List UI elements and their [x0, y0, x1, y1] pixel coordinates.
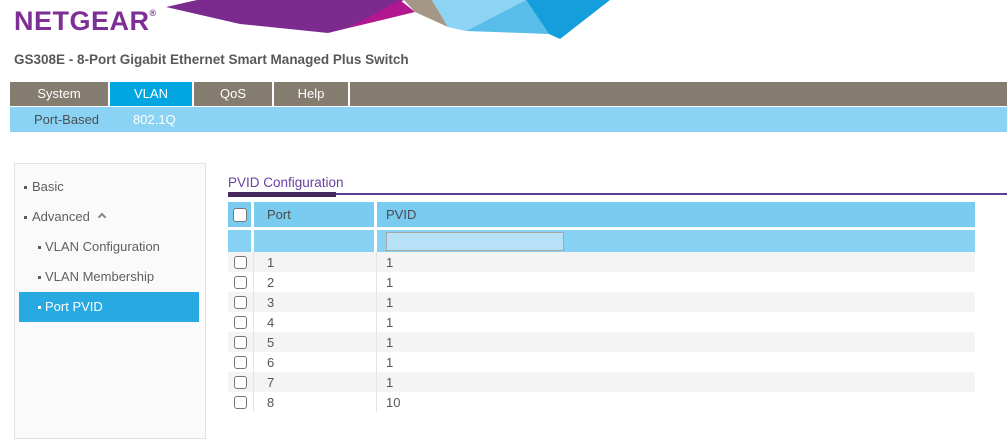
tab-help[interactable]: Help [274, 82, 350, 106]
pvid-cell: 1 [377, 352, 975, 372]
filter-port-cell [254, 230, 377, 252]
subnav-item-8021q[interactable]: 802.1Q [123, 107, 186, 132]
bullet-icon [38, 276, 41, 279]
table-row: 3 1 [228, 292, 975, 312]
pvid-table: Port PVID 1 1 2 1 3 1 4 1 [228, 202, 975, 412]
port-cell: 8 [254, 392, 377, 412]
pvid-cell: 1 [377, 372, 975, 392]
table-header-row: Port PVID [228, 202, 975, 227]
row-checkbox-cell [228, 332, 254, 352]
main-nav: System VLAN QoS Help [10, 82, 1007, 106]
table-row: 8 10 [228, 392, 975, 412]
select-all-checkbox[interactable] [233, 208, 247, 222]
row-checkbox[interactable] [234, 296, 247, 309]
sidebar: Basic Advanced VLAN Configuration VLAN M… [14, 163, 206, 439]
table-row: 7 1 [228, 372, 975, 392]
bullet-icon [38, 306, 41, 309]
pvid-input[interactable] [386, 232, 564, 251]
table-row: 2 1 [228, 272, 975, 292]
port-cell: 1 [254, 252, 377, 272]
pvid-cell: 10 [377, 392, 975, 412]
header-pvid: PVID [377, 202, 975, 227]
bullet-icon [38, 246, 41, 249]
row-checkbox-cell [228, 352, 254, 372]
row-checkbox-cell [228, 252, 254, 272]
table-filter-row [228, 230, 975, 252]
pvid-cell: 1 [377, 332, 975, 352]
sidebar-item-label: Port PVID [45, 299, 103, 314]
row-checkbox-cell [228, 372, 254, 392]
tab-system[interactable]: System [10, 82, 110, 106]
bullet-icon [24, 186, 27, 189]
sidebar-item-port-pvid[interactable]: Port PVID [19, 292, 199, 322]
row-checkbox-cell [228, 392, 254, 412]
port-cell: 6 [254, 352, 377, 372]
sidebar-item-label: Basic [32, 179, 64, 194]
heading-rule-thick [228, 192, 336, 197]
row-checkbox[interactable] [234, 256, 247, 269]
sidebar-item-label: VLAN Configuration [45, 239, 160, 254]
row-checkbox[interactable] [234, 276, 247, 289]
netgear-logo: NETGEAR® [14, 6, 157, 37]
tab-vlan[interactable]: VLAN [110, 82, 194, 106]
tab-qos[interactable]: QoS [194, 82, 274, 106]
row-checkbox[interactable] [234, 336, 247, 349]
sidebar-item-vlan-configuration[interactable]: VLAN Configuration [15, 232, 205, 262]
row-checkbox-cell [228, 272, 254, 292]
table-row: 4 1 [228, 312, 975, 332]
port-cell: 4 [254, 312, 377, 332]
heading-rule-thin [228, 193, 1007, 195]
sidebar-item-label: Advanced [32, 209, 90, 224]
header-port: Port [254, 202, 377, 227]
row-checkbox-cell [228, 292, 254, 312]
pvid-cell: 1 [377, 272, 975, 292]
page-title: GS308E - 8-Port Gigabit Ethernet Smart M… [14, 52, 409, 67]
sidebar-item-basic[interactable]: Basic [15, 172, 205, 202]
pvid-cell: 1 [377, 292, 975, 312]
banner-facet-purple [166, 0, 404, 33]
port-cell: 2 [254, 272, 377, 292]
sidebar-item-vlan-membership[interactable]: VLAN Membership [15, 262, 205, 292]
port-cell: 3 [254, 292, 377, 312]
bullet-icon [24, 216, 27, 219]
filter-checkbox-cell [228, 230, 254, 252]
sub-nav: Port-Based 802.1Q [10, 107, 1007, 132]
row-checkbox[interactable] [234, 356, 247, 369]
table-row: 6 1 [228, 352, 975, 372]
pvid-cell: 1 [377, 252, 975, 272]
subnav-item-port-based[interactable]: Port-Based [24, 107, 109, 132]
header-checkbox-cell [228, 202, 254, 227]
logo-text: NETGEAR [14, 6, 150, 36]
port-cell: 5 [254, 332, 377, 352]
port-cell: 7 [254, 372, 377, 392]
sidebar-item-advanced[interactable]: Advanced [15, 202, 205, 232]
screen: NETGEAR® GS308E - 8-Port Gigabit Etherne… [0, 0, 1007, 439]
row-checkbox[interactable] [234, 316, 247, 329]
sidebar-item-label: VLAN Membership [45, 269, 154, 284]
chevron-up-icon [98, 213, 106, 221]
table-row: 5 1 [228, 332, 975, 352]
pvid-cell: 1 [377, 312, 975, 332]
row-checkbox[interactable] [234, 396, 247, 409]
row-checkbox-cell [228, 312, 254, 332]
row-checkbox[interactable] [234, 376, 247, 389]
table-row: 1 1 [228, 252, 975, 272]
section-heading: PVID Configuration [228, 175, 344, 190]
filter-pvid-cell [377, 230, 975, 252]
nav-filler [350, 82, 1007, 106]
registered-mark: ® [150, 8, 157, 18]
